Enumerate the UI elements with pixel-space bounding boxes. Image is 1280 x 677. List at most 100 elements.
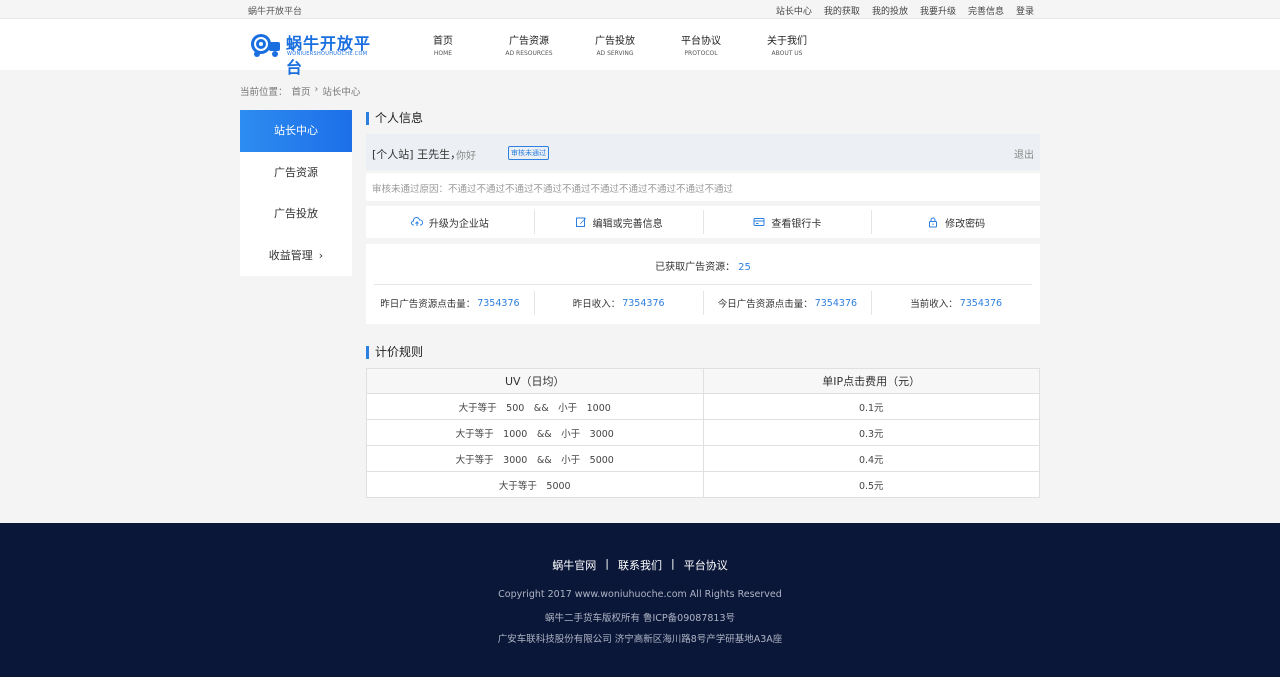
stat-label: 昨日收入： [572, 299, 621, 310]
nav-ad-resources-sub: AD RESOURCES [505, 50, 553, 57]
stat-value: 7354376 [622, 297, 665, 309]
sidebar-item-label: 站长中心 [274, 124, 318, 137]
nav-home[interactable]: 首页 HOME [400, 32, 486, 57]
footer-icp: 蜗牛二手货车版权所有 鲁ICP备09087813号 [544, 613, 736, 624]
stats-row: 昨日广告资源点击量： 7354376 昨日收入： 7354376 今日广告资源点击量… [366, 291, 1040, 315]
breadcrumb-home[interactable]: 首页 [292, 84, 311, 98]
nav-protocol[interactable]: 平台协议 PROTOCOL [658, 32, 744, 57]
top-link-login[interactable]: 登录 [1016, 4, 1034, 17]
stat-today-clicks: 今日广告资源点击量： 7354376 [704, 291, 873, 315]
table-cell-fee: 0.4元 [702, 445, 1040, 472]
footer-links: 蜗牛官网 | 联系我们 | 平台协议 [0, 557, 1280, 573]
bank-card-icon [753, 218, 765, 226]
table-cell-uv: 大于等于 1000 && 小于 3000 [366, 419, 704, 446]
header: 蜗牛开放平台 WONIUERSHOUHUOCHE.COM 首页 HOME 广告资… [0, 19, 1280, 77]
top-link-complete-info[interactable]: 完善信息 [968, 4, 1004, 17]
sidebar-item-ad-serving[interactable]: 广告投放 [240, 193, 352, 235]
table-cell-uv: 大于等于 500 && 小于 1000 [366, 393, 704, 420]
stat-yesterday-income: 昨日收入： 7354376 [535, 291, 704, 315]
sidebar-item-label: 广告资源 [274, 165, 318, 179]
stat-value: 7354376 [814, 297, 858, 309]
divider [374, 284, 1032, 285]
chevron-right-icon: › [318, 248, 324, 262]
pricing-title: 计价规则 [366, 346, 423, 359]
breadcrumb-current: 站长中心 [322, 87, 361, 98]
sidebar-item-ad-resources[interactable]: 广告资源 [240, 152, 352, 194]
table-cell-fee: 0.1元 [702, 393, 1040, 420]
nav-about[interactable]: 关于我们 ABOUT US [744, 32, 830, 57]
change-password-button[interactable]: 修改密码 [872, 210, 1040, 234]
top-bar: 蜗牛开放平台 站长中心 我的获取 我的投放 我要升级 完善信息 登录 [0, 0, 1280, 19]
stat-value: 7354376 [477, 297, 520, 309]
footer-copyright: Copyright 2017 www.woniuhuoche.com All R… [498, 589, 782, 600]
view-bank-card-button[interactable]: 查看银行卡 [704, 210, 873, 234]
nav-ad-resources[interactable]: 广告资源 AD RESOURCES [486, 32, 572, 57]
nav-ad-resources-label: 广告资源 [509, 36, 549, 47]
edit-info-label: 编辑或完善信息 [592, 218, 663, 230]
table-header-fee: 单IP点击费用（元） [702, 368, 1040, 394]
table-cell-uv: 大于等于 3000 && 小于 5000 [366, 445, 704, 472]
breadcrumb: 当前位置： 首页 › 站长中心 [240, 84, 360, 98]
nav-ad-serving-label: 广告投放 [595, 36, 635, 47]
sidebar-item-label: 收益管理 [268, 248, 313, 262]
stat-yesterday-clicks: 昨日广告资源点击量： 7354376 [366, 291, 535, 315]
logo[interactable]: 蜗牛开放平台 WONIUERSHOUHUOCHE.COM [250, 30, 380, 77]
footer: 蜗牛官网 | 联系我们 | 平台协议 Copyright 2017 www.wo… [0, 523, 1280, 677]
footer-company: 广安车联科技股份有限公司 济宁高新区海川路8号产学研基地A3A座 [497, 634, 783, 645]
total-resources-value: 25 [738, 262, 751, 273]
upgrade-enterprise-label: 升级为企业站 [428, 218, 489, 230]
nav-about-label: 关于我们 [767, 36, 807, 47]
cloud-upload-icon [410, 216, 423, 226]
stat-label: 昨日广告资源点击量： [380, 299, 476, 310]
stat-value: 7354376 [959, 297, 1003, 309]
nav-ad-serving-sub: AD SERVING [596, 50, 634, 57]
breadcrumb-label: 当前位置： [240, 87, 288, 98]
table-row: 大于等于 3000 && 小于 5000 0.4元 [366, 445, 1040, 472]
user-info-card: [个人站] 王先生， 你好 审核未通过 退出 [366, 134, 1040, 170]
table-row: 大于等于 5000 0.5元 [366, 471, 1040, 498]
pricing-table: UV（日均） 单IP点击费用（元） 大于等于 500 && 小于 1000 0.… [366, 368, 1040, 498]
table-cell-fee: 0.3元 [702, 419, 1040, 446]
sidebar-item-label: 广告投放 [274, 207, 318, 220]
edit-info-button[interactable]: 编辑或完善信息 [535, 210, 704, 234]
logout-link[interactable]: 退出 [1014, 146, 1034, 161]
top-link-webmaster[interactable]: 站长中心 [776, 4, 812, 17]
top-link-my-serving[interactable]: 我的投放 [872, 4, 908, 17]
top-links: 站长中心 我的获取 我的投放 我要升级 完善信息 登录 [776, 4, 1034, 17]
total-resources-label: 已获取广告资源： [655, 262, 736, 273]
upgrade-enterprise-button[interactable]: 升级为企业站 [366, 210, 535, 234]
lock-icon [929, 217, 938, 228]
edit-icon [575, 217, 586, 227]
table-row: 大于等于 1000 && 小于 3000 0.3元 [366, 419, 1040, 446]
top-link-upgrade[interactable]: 我要升级 [920, 4, 956, 17]
footer-link-protocol[interactable]: 平台协议 [675, 557, 737, 573]
top-brand: 蜗牛开放平台 [248, 7, 303, 17]
logo-subtext: WONIUERSHOUHUOCHE.COM [287, 51, 368, 57]
table-cell-fee: 0.5元 [702, 471, 1040, 498]
stat-current-income: 当前收入： 7354376 [872, 291, 1040, 315]
breadcrumb-separator-icon: › [314, 84, 319, 95]
nav-home-sub: HOME [433, 50, 453, 57]
sidebar-item-webmaster[interactable]: 站长中心 [240, 110, 352, 152]
user-name: [个人站] 王先生， [372, 148, 462, 161]
status-badge: 审核未通过 [508, 146, 549, 160]
stat-label: 当前收入： [910, 299, 958, 310]
table-header-uv: UV（日均） [366, 368, 704, 394]
main-nav: 首页 HOME 广告资源 AD RESOURCES 广告投放 AD SERVIN… [400, 32, 830, 57]
nav-about-sub: ABOUT US [771, 50, 803, 57]
table-cell-uv: 大于等于 5000 [366, 471, 704, 498]
action-bar: 升级为企业站 编辑或完善信息 查看银行卡 修改密码 [366, 206, 1040, 238]
table-row: 大于等于 500 && 小于 1000 0.1元 [366, 393, 1040, 420]
user-greeting: 你好 [456, 151, 476, 162]
stat-label: 今日广告资源点击量： [717, 299, 813, 310]
footer-link-contact[interactable]: 联系我们 [609, 557, 671, 573]
footer-link-official[interactable]: 蜗牛官网 [543, 557, 605, 573]
snail-truck-logo-icon [251, 34, 280, 57]
view-bank-card-label: 查看银行卡 [771, 218, 822, 230]
nav-protocol-label: 平台协议 [681, 36, 721, 47]
top-link-my-get[interactable]: 我的获取 [824, 4, 860, 17]
sidebar-item-income[interactable]: 收益管理 › [240, 235, 352, 277]
rejection-reason: 审核未通过原因：不通过不通过不通过不通过不通过不通过不通过不通过不通过不通过 [366, 173, 1040, 201]
nav-ad-serving[interactable]: 广告投放 AD SERVING [572, 32, 658, 57]
sidebar: 站长中心 广告资源 广告投放 收益管理 › [240, 110, 352, 276]
